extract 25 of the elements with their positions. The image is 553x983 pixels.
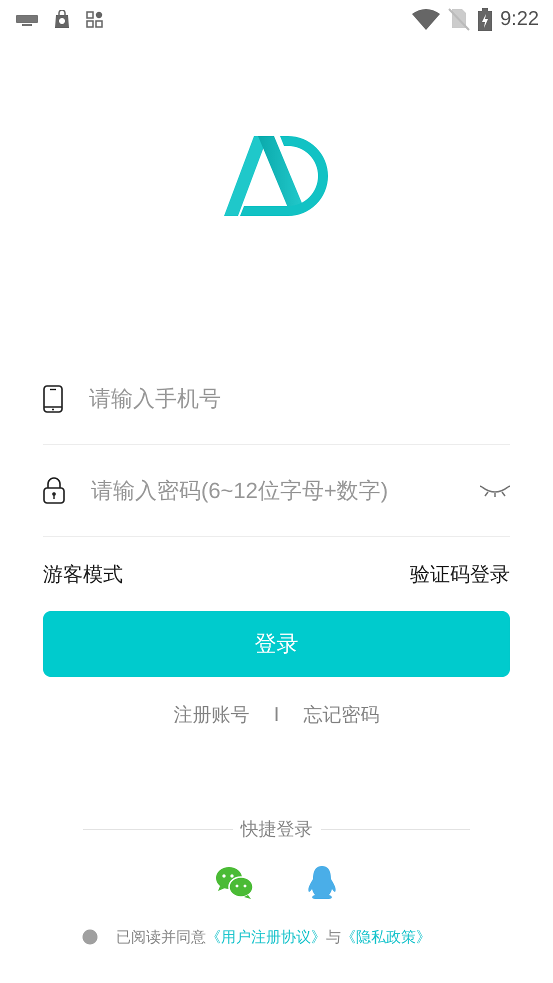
lock-icon [43,477,65,504]
keyboard-icon [16,12,38,26]
phone-icon [43,384,63,412]
agreement-checkbox[interactable] [82,928,98,945]
terms-link[interactable]: 《用户注册协议》 [206,928,326,946]
separator: I [274,703,280,728]
text-link[interactable]: 游客模式 [43,559,123,589]
penguin-icon[interactable] [306,864,338,900]
input-field[interactable]: 请输入密码(6~12位字母+数字) [89,473,456,508]
battery-charging-icon [478,8,492,30]
agreement-text: 已阅读并同意《用户注册协议》与《隐私政策》 [116,926,431,948]
text-link[interactable]: 验证码登录 [410,559,510,589]
no-sim-icon [448,8,470,30]
section-title: 快捷登录 [240,818,312,842]
wechat-icon[interactable] [215,864,254,900]
text-link[interactable]: 忘记密码 [303,701,380,730]
status-time: 9:22 [500,7,539,32]
shopping-bag-icon [54,10,70,28]
apps-icon [86,10,103,28]
closed-eye-icon[interactable] [480,482,510,498]
wifi-icon [412,8,440,30]
privacy-link[interactable]: 《隐私政策》 [341,928,431,946]
input-field[interactable]: 请输入手机号 [87,381,510,416]
text-link[interactable]: 注册账号 [174,701,250,730]
login-button[interactable]: 登录 [43,611,510,677]
